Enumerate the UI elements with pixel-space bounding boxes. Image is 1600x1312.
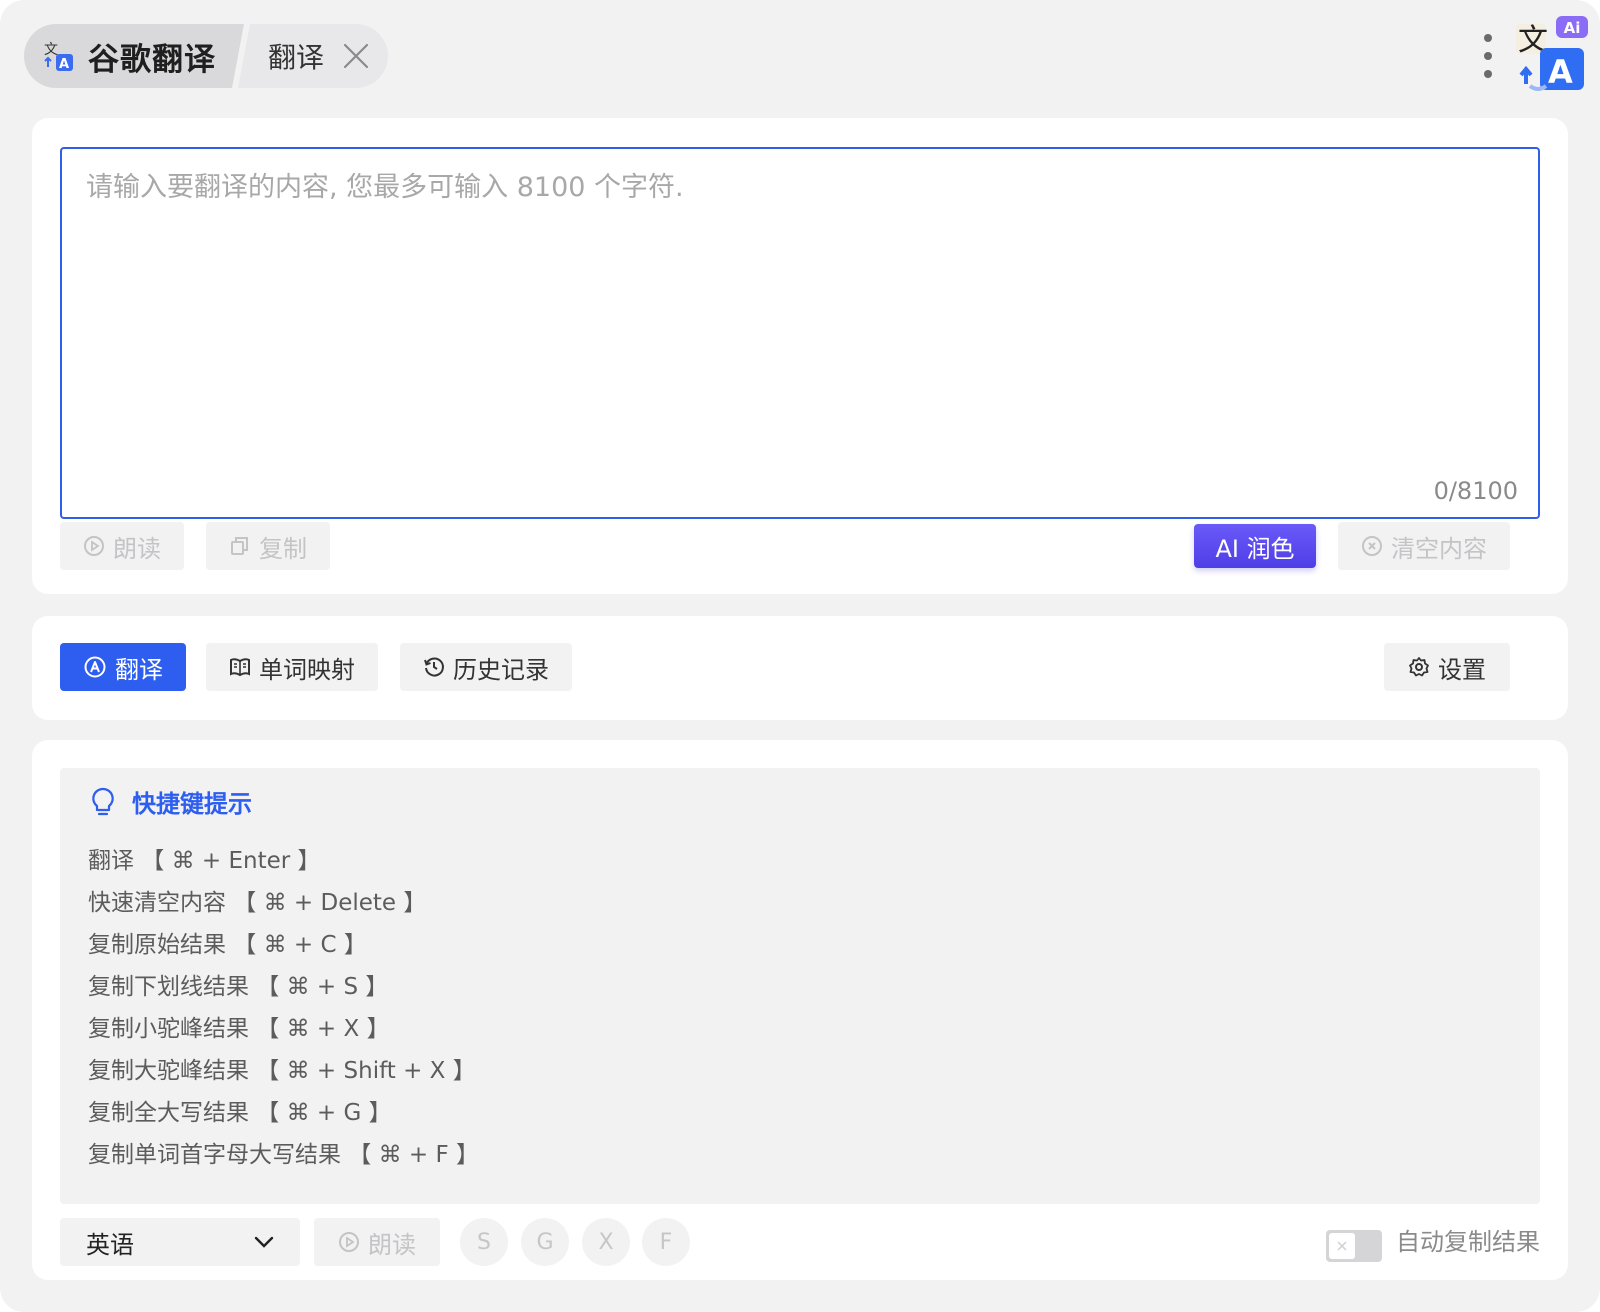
source-text-input[interactable] (62, 149, 1538, 517)
tab-bar: 文 A 谷歌翻译 翻译 (24, 24, 389, 88)
translate-button-label: 翻译 (115, 655, 163, 684)
translate-icon: 文 A (42, 40, 74, 72)
shortcut-tips-panel: 快捷键提示 翻译 【 ⌘ + Enter 】 快速清空内容 【 ⌘ + Dele… (60, 768, 1540, 1204)
action-card: 翻译 单词映射 历史记录 设置 (32, 616, 1568, 720)
close-icon[interactable] (342, 42, 370, 70)
settings-label: 设置 (1438, 655, 1486, 684)
svg-text:Ai: Ai (1564, 19, 1581, 37)
word-map-button[interactable]: 单词映射 (206, 643, 378, 691)
char-counter: 0/8100 (1433, 477, 1518, 505)
book-icon (230, 658, 250, 677)
shortcut-item: 复制全大写结果 【 ⌘ + G 】 (88, 1100, 392, 1126)
auto-copy-toggle[interactable] (1326, 1230, 1382, 1262)
copy-icon (231, 537, 248, 555)
svg-text:文: 文 (44, 42, 58, 58)
input-card: 0/8100 朗读 复制 AI 润色 清空内容 (32, 118, 1568, 594)
source-text-container: 0/8100 (60, 147, 1540, 519)
history-button[interactable]: 历史记录 (400, 643, 572, 691)
play-circle-icon (339, 1232, 359, 1252)
read-source-label: 朗读 (113, 534, 161, 563)
shortcut-item: 复制原始结果 【 ⌘ + C 】 (88, 932, 367, 958)
shortcut-list: 翻译 【 ⌘ + Enter 】 快速清空内容 【 ⌘ + Delete 】 复… (88, 840, 479, 1176)
history-label: 历史记录 (453, 655, 549, 684)
app-title: 谷歌翻译 (88, 41, 216, 78)
read-result-button[interactable]: 朗读 (314, 1218, 440, 1266)
translate-button[interactable]: 翻译 (60, 643, 186, 691)
kebab-menu-icon[interactable] (1480, 30, 1496, 82)
shortcut-item: 复制下划线结果 【 ⌘ + S 】 (88, 974, 389, 1000)
tab-translate-label: 翻译 (268, 41, 325, 74)
gear-icon (1409, 657, 1429, 677)
auto-copy-label: 自动复制结果 (1396, 1228, 1540, 1256)
clear-content-label: 清空内容 (1391, 534, 1487, 563)
word-map-label: 单词映射 (259, 655, 355, 684)
ai-polish-button[interactable]: AI 润色 (1194, 524, 1316, 568)
shortcut-item: 复制单词首字母大写结果 【 ⌘ + F 】 (88, 1142, 480, 1168)
toggle-knob (1329, 1233, 1355, 1259)
target-language-value: 英语 (86, 1230, 134, 1259)
read-source-button[interactable]: 朗读 (60, 522, 184, 570)
play-circle-icon (84, 536, 104, 556)
shortcut-item: 复制小驼峰结果 【 ⌘ + X 】 (88, 1016, 390, 1042)
shortcut-item: 翻译 【 ⌘ + Enter 】 (88, 848, 321, 874)
chevron-down-icon (254, 1236, 274, 1248)
svg-text:A: A (1548, 53, 1573, 91)
shortcut-item: 快速清空内容 【 ⌘ + Delete 】 (88, 890, 427, 916)
copy-camel-case-button[interactable]: X (582, 1218, 630, 1266)
copy-source-label: 复制 (259, 534, 307, 563)
close-circle-icon (1362, 536, 1382, 556)
translate-circle-icon (84, 656, 106, 678)
tips-title: 快捷键提示 (132, 790, 252, 818)
svg-text:A: A (59, 57, 69, 72)
copy-snake-case-button[interactable]: S (460, 1218, 508, 1266)
settings-button[interactable]: 设置 (1384, 643, 1510, 691)
tips-header: 快捷键提示 (90, 784, 252, 819)
tab-app-title[interactable]: 文 A 谷歌翻译 (24, 24, 244, 88)
lightbulb-icon (92, 787, 114, 815)
shortcut-item: 复制大驼峰结果 【 ⌘ + Shift + X 】 (88, 1058, 476, 1084)
copy-title-case-button[interactable]: F (642, 1218, 690, 1266)
clear-content-button[interactable]: 清空内容 (1338, 522, 1510, 570)
app-window: 文 A 谷歌翻译 翻译 文 A Ai 请输入要翻译的内容, 您最多可输入 810… (0, 0, 1600, 1312)
tab-translate[interactable]: 翻译 (238, 24, 389, 88)
target-language-select[interactable]: 英语 (60, 1218, 300, 1266)
copy-uppercase-button[interactable]: G (521, 1218, 569, 1266)
result-card: 快捷键提示 翻译 【 ⌘ + Enter 】 快速清空内容 【 ⌘ + Dele… (32, 740, 1568, 1280)
copy-source-button[interactable]: 复制 (206, 522, 330, 570)
history-icon (424, 657, 444, 677)
ai-translate-logo: 文 A Ai (1512, 14, 1588, 94)
ai-polish-label: AI 润色 (1215, 534, 1295, 563)
read-result-label: 朗读 (368, 1230, 416, 1259)
close-icon (1337, 1241, 1347, 1251)
